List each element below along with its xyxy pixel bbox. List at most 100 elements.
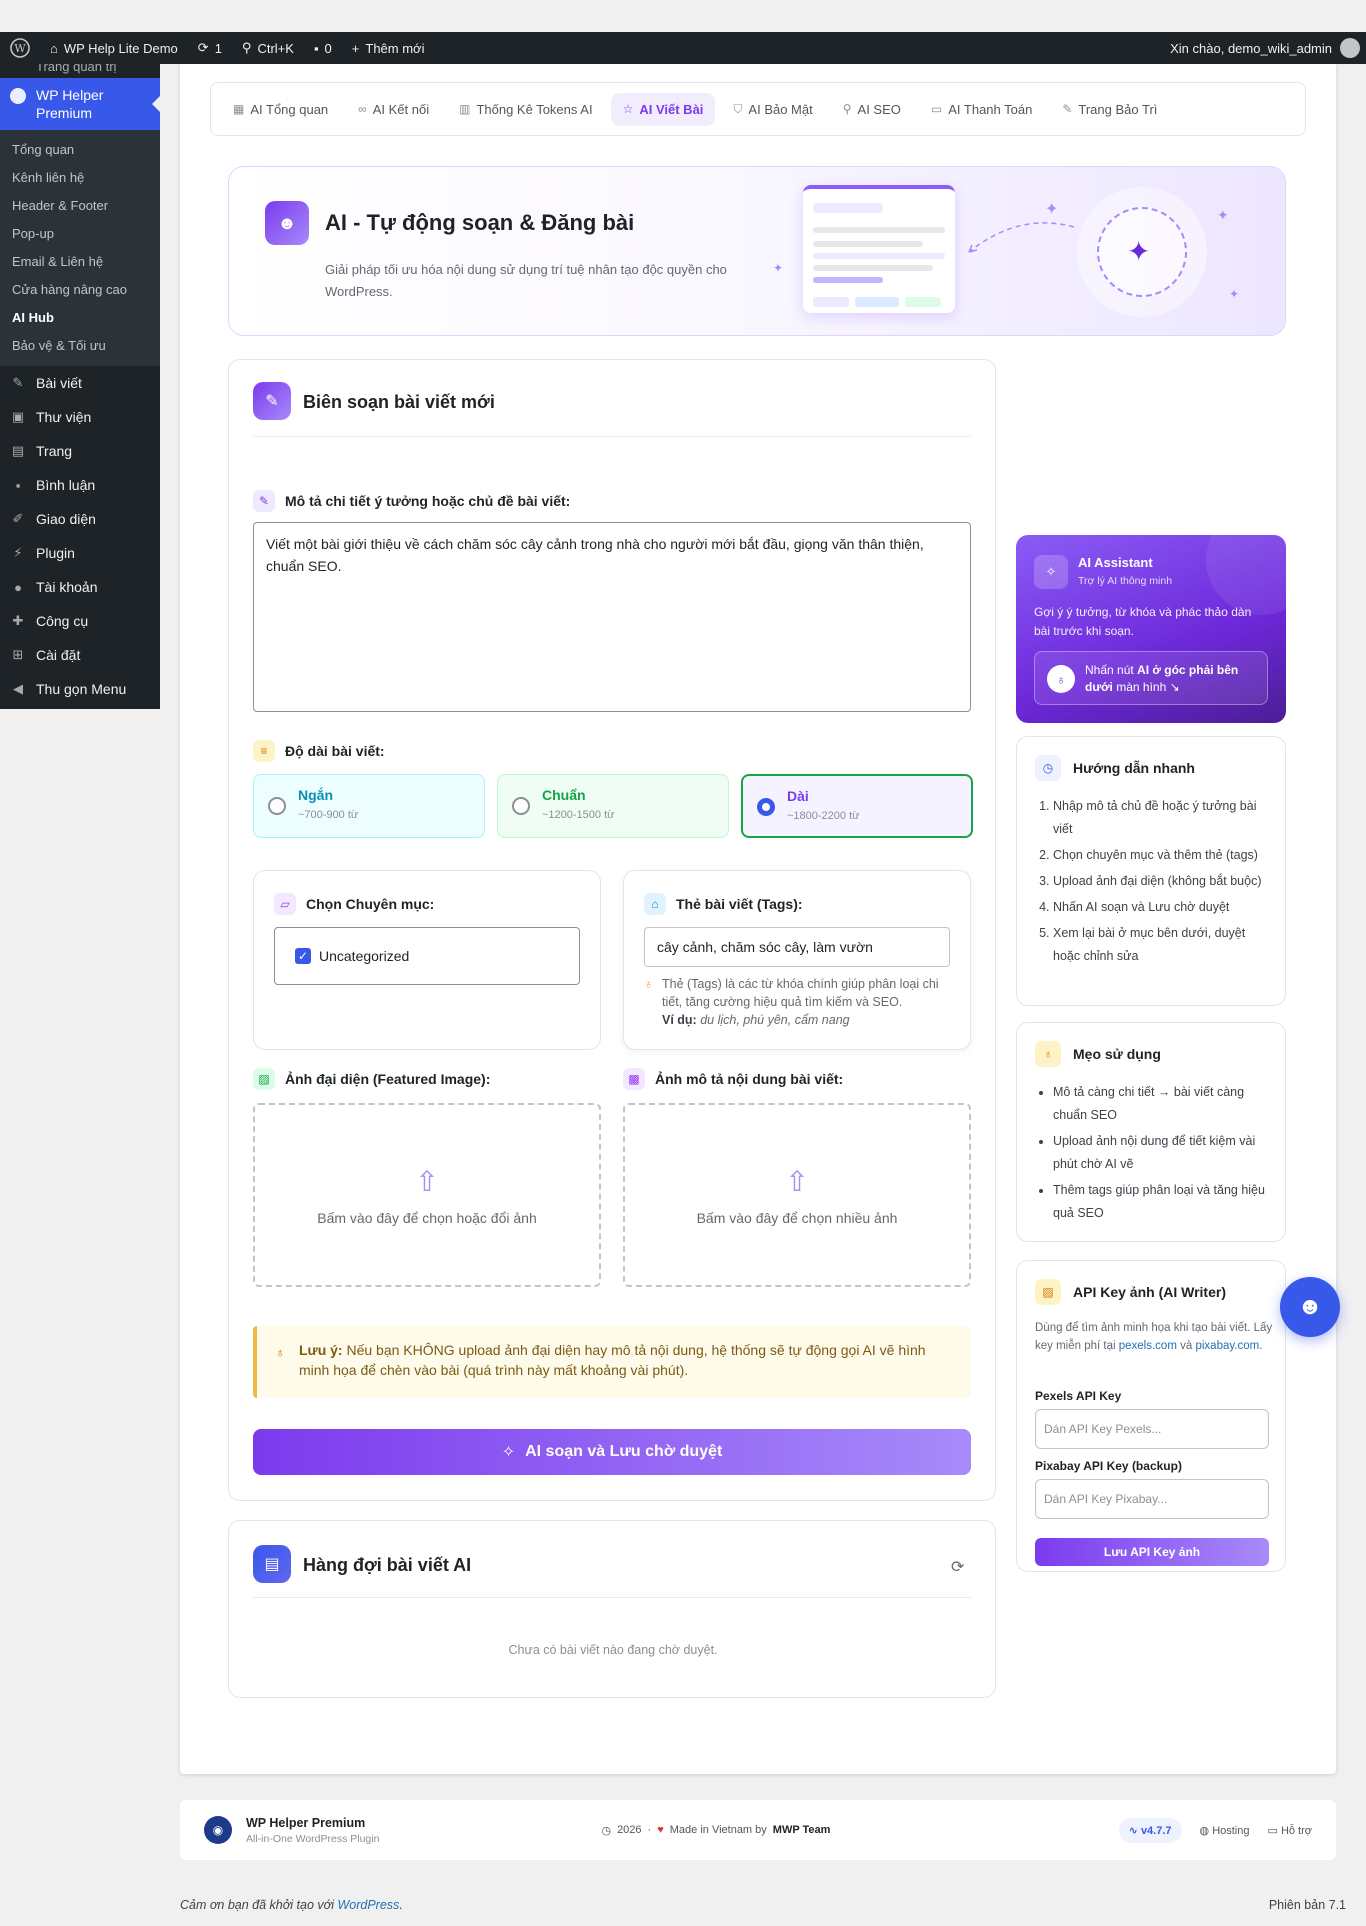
radio-button[interactable] (268, 797, 286, 815)
grid-icon: ▦ (233, 102, 245, 116)
tags-panel: ⌂ Thẻ bài viết (Tags): cây cảnh, chăm só… (623, 870, 971, 1050)
submenu-item-ai-hub[interactable]: AI Hub (0, 304, 160, 332)
admin-sidebar: Trang quản trị WP Helper Premium Tổng qu… (0, 64, 160, 709)
sidebar-submenu: Tổng quan Kênh liên hệ Header & Footer P… (0, 130, 160, 366)
lines-icon: ≡ (253, 740, 275, 762)
tab-token-stats[interactable]: ▥ Thống Kê Tokens AI (447, 93, 604, 126)
wrench-icon: ✚ (12, 613, 24, 628)
tab-ai-overview[interactable]: ▦ AI Tổng quan (221, 93, 340, 126)
account-menu[interactable]: Xin chào, demo_wiki_admin (1170, 38, 1366, 58)
document-icon: ▤ (253, 1545, 291, 1583)
tags-input[interactable]: cây cảnh, chăm sóc cây, làm vườn (644, 927, 950, 967)
featured-image-dropzone[interactable]: ⇧ Bấm vào đây để chọn hoặc đổi ảnh (253, 1103, 601, 1287)
hosting-link[interactable]: ◍ Hosting (1200, 1824, 1250, 1837)
wordpress-logo-icon[interactable]: W (0, 32, 40, 64)
pexels-api-key-input[interactable]: Dán API Key Pexels... (1035, 1409, 1269, 1449)
sidebar-item-comments[interactable]: ▪ Bình luận (0, 468, 160, 502)
sidebar-item-dashboard[interactable]: Trang quản trị (0, 64, 160, 78)
comment-icon: ▪ (15, 477, 21, 493)
search-shortcut[interactable]: ⚲ Ctrl+K (232, 32, 304, 64)
plugin-footer: ◉ WP Helper Premium All-in-One WordPress… (180, 1800, 1336, 1860)
page-subtitle: Giải pháp tối ưu hóa nội dung sử dụng tr… (325, 262, 727, 299)
save-api-key-button[interactable]: Lưu API Key ảnh (1035, 1538, 1269, 1566)
length-option-standard[interactable]: Chuẩn ~1200-1500 từ (497, 774, 729, 838)
collapse-menu-button[interactable]: ◀ Thu gọn Menu (0, 672, 160, 706)
submenu-item[interactable]: Header & Footer (0, 192, 160, 220)
pixabay-link[interactable]: pixabay.com (1195, 1340, 1259, 1352)
svg-text:W: W (14, 42, 26, 55)
length-option-long[interactable]: Dài ~1800-2200 từ (741, 774, 973, 838)
api-key-card: ▨ API Key ảnh (AI Writer) Dùng để tìm ản… (1016, 1260, 1286, 1572)
description-label: ✎ Mô tả chi tiết ý tưởng hoặc chủ đề bài… (253, 490, 570, 512)
tab-maintenance[interactable]: ✎ Trang Bảo Trì (1050, 93, 1169, 126)
submenu-item[interactable]: Cửa hàng nâng cao (0, 276, 160, 304)
collapse-icon: ◀ (13, 681, 23, 696)
refresh-icon[interactable]: ⟳ (951, 1557, 964, 1577)
sparkle-icon: ✦ (1217, 207, 1229, 223)
sidebar-item-posts[interactable]: ✎ Bài viết (0, 366, 160, 400)
quick-guide-steps: Nhập mô tả chủ đề hoặc ý tưởng bài viết … (1035, 795, 1275, 971)
footer-brand: WP Helper Premium All-in-One WordPress P… (246, 1815, 380, 1845)
comment-icon: ▪ (313, 40, 319, 56)
user-icon: ● (14, 579, 22, 595)
sidebar-item-wp-helper[interactable]: WP Helper Premium (0, 78, 160, 130)
shield-icon: ⛉ (733, 101, 743, 116)
tag-icon: ⌂ (644, 893, 666, 915)
tags-label: ⌂ Thẻ bài viết (Tags): (644, 893, 803, 915)
site-name-link[interactable]: ⌂ WP Help Lite Demo (40, 32, 188, 64)
list-item: Upload ảnh nội dung để tiết kiệm vài phú… (1053, 1130, 1275, 1176)
updates-link[interactable]: ⟳ 1 (188, 32, 232, 64)
tab-ai-writer[interactable]: ☆ AI Viết Bài (610, 92, 716, 126)
brush-icon: ✐ (12, 511, 24, 526)
submenu-item[interactable]: Bảo vệ & Tối ưu (0, 332, 160, 360)
pixabay-api-key-input[interactable]: Dán API Key Pixabay... (1035, 1479, 1269, 1519)
submenu-item[interactable]: Tổng quan (0, 136, 160, 164)
plug-icon: ⚡ (13, 545, 23, 560)
pexels-link[interactable]: pexels.com (1119, 1340, 1177, 1352)
ai-compose-submit-button[interactable]: ✧ AI soạn và Lưu chờ duyệt (253, 1429, 971, 1475)
new-content-link[interactable]: + Thêm mới (342, 32, 435, 64)
radio-button-checked[interactable] (757, 798, 775, 816)
footer-credit: ◷ 2026 · ♥ Made in Vietnam by MWP Team (601, 1824, 831, 1837)
list-item: Thêm tags giúp phân loại và tăng hiệu qu… (1053, 1179, 1275, 1225)
page-icon: ▤ (11, 443, 25, 458)
support-link[interactable]: ▭ Hỗ trợ (1267, 1824, 1312, 1837)
tab-ai-seo[interactable]: ⚲ AI SEO (831, 93, 913, 126)
checkbox-checked[interactable]: ✓ (295, 948, 311, 964)
topic-textarea[interactable]: Viết một bài giới thiệu về cách chăm sóc… (253, 522, 971, 712)
sidebar-item-plugins[interactable]: ⚡ Plugin (0, 536, 160, 570)
category-panel: ▱ Chọn Chuyên mục: ✓ Uncategorized (253, 870, 601, 1050)
sidebar-item-tools[interactable]: ✚ Công cụ (0, 604, 160, 638)
api-description: Dùng để tìm ảnh minh họa khi tạo bài viế… (1035, 1322, 1273, 1352)
submenu-item[interactable]: Kênh liên hệ (0, 164, 160, 192)
featured-image-label: ▨ Ảnh đại diện (Featured Image): (253, 1068, 490, 1090)
wordpress-link[interactable]: WordPress (337, 1898, 399, 1912)
submenu-item[interactable]: Pop-up (0, 220, 160, 248)
sidebar-item-settings[interactable]: ⊞ Cài đặt (0, 638, 160, 672)
sidebar-item-appearance[interactable]: ✐ Giao diện (0, 502, 160, 536)
main-panel: ▦ AI Tổng quan ∞ AI Kết nối ▥ Thống Kê Toke… (180, 64, 1336, 1774)
media-icon: ▣ (11, 409, 25, 424)
sidebar-item-pages[interactable]: ▤ Trang (0, 434, 160, 468)
sidebar-item-media[interactable]: ▣ Thư viện (0, 400, 160, 434)
sparkle-icon: ✦ (773, 261, 784, 275)
ai-assistant-fab[interactable]: ☻ (1280, 1277, 1340, 1337)
radio-button[interactable] (512, 797, 530, 815)
star-icon: ☆ (622, 102, 634, 116)
lightbulb-icon: ♁ (1047, 665, 1075, 693)
avatar (1340, 38, 1360, 58)
sparkle-icon: ✦ (1127, 236, 1151, 267)
activity-icon: ∿ (1128, 1824, 1141, 1837)
content-images-dropzone[interactable]: ⇧ Bấm vào đây để chọn nhiều ảnh (623, 1103, 971, 1287)
tab-ai-payment[interactable]: ▭ AI Thanh Toán (919, 93, 1044, 126)
folder-icon: ▱ (274, 893, 296, 915)
tab-ai-security[interactable]: ⛉ AI Bảo Mật (721, 93, 824, 126)
comments-link[interactable]: ▪ 0 (304, 32, 342, 64)
divider (253, 436, 971, 437)
divider (253, 1597, 971, 1598)
submenu-item[interactable]: Email & Liên hệ (0, 248, 160, 276)
length-option-short[interactable]: Ngắn ~700-900 từ (253, 774, 485, 838)
sidebar-item-users[interactable]: ● Tài khoản (0, 570, 160, 604)
tab-ai-connect[interactable]: ∞ AI Kết nối (346, 93, 441, 126)
globe-icon: ◍ (1199, 1824, 1213, 1837)
